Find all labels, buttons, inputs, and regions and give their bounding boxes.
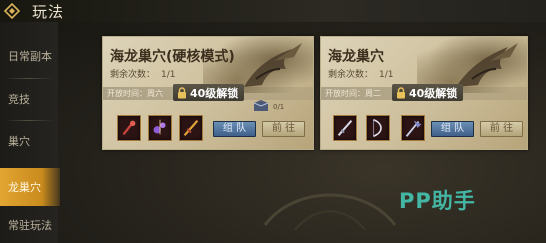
diamond-back-icon[interactable] [3, 3, 21, 19]
remaining-label: 剩余次数： [110, 70, 156, 80]
sidebar-item-label: 竞技 [8, 93, 30, 106]
watermark-logo: PP助手 [399, 189, 476, 213]
remaining-value: 1/1 [161, 70, 176, 80]
lock-icon [397, 86, 405, 98]
lock-icon [178, 86, 186, 98]
lock-text: 40级解锁 [409, 86, 458, 100]
remaining-count: 剩余次数： 1/1 [110, 67, 182, 80]
team-button[interactable]: 组 队 [213, 121, 256, 137]
remaining-count: 剩余次数： 1/1 [328, 67, 400, 80]
sword-item[interactable] [179, 115, 203, 141]
lock-text: 40级解锁 [190, 86, 239, 100]
dungeon-card-hardcore[interactable]: 海龙巢穴(硬核模式) 剩余次数： 1/1 开放时间：周六 40级解锁 0/1 组 … [102, 36, 314, 150]
card-title: 海龙巢穴 [328, 49, 384, 65]
axe-item[interactable] [401, 115, 425, 141]
go-button[interactable]: 前 往 [262, 121, 305, 137]
reward-count: 0/1 [273, 103, 285, 111]
sidebar: 日常副本 竞技 巢穴 龙巢穴 常驻玩法 [0, 22, 60, 243]
sidebar-divider [4, 78, 54, 79]
sidebar-item-permanent-play[interactable]: 常驻玩法 [0, 206, 60, 243]
sidebar-item-label: 常驻玩法 [8, 219, 52, 232]
red-gem-item[interactable] [117, 115, 141, 141]
level-lock-badge: 40级解锁 [173, 84, 245, 101]
sidebar-item-daily-dungeon[interactable]: 日常副本 [0, 37, 60, 75]
dungeon-card-normal[interactable]: 海龙巢穴 剩余次数： 1/1 开放时间：周二 40级解锁 组 队 前 往 [320, 36, 528, 150]
sidebar-item-dragon-nest[interactable]: 龙巢穴 [0, 168, 60, 206]
bow-item[interactable] [366, 115, 390, 141]
remaining-label: 剩余次数： [328, 70, 374, 80]
card-title: 海龙巢穴(硬核模式) [110, 49, 235, 65]
red-gem-icon [122, 120, 136, 136]
sidebar-item-nest[interactable]: 巢穴 [0, 122, 60, 160]
sword-icon [183, 119, 199, 137]
go-button[interactable]: 前 往 [480, 121, 523, 137]
sword-item[interactable] [333, 115, 357, 141]
remaining-value: 1/1 [379, 70, 394, 80]
sword-icon [337, 120, 353, 136]
top-bar: 玩法 [0, 0, 546, 22]
sidebar-divider [4, 120, 54, 121]
reward-chest-icon [253, 100, 269, 111]
team-button[interactable]: 组 队 [431, 121, 474, 137]
sidebar-item-arena[interactable]: 竞技 [0, 80, 60, 118]
bow-icon [373, 118, 382, 138]
floor-ornament [263, 193, 397, 231]
screen: 玩法 日常副本 竞技 巢穴 龙巢穴 常驻玩法 海龙巢穴(硬核模式) 剩余次数： 1… [0, 0, 546, 243]
level-lock-badge: 40级解锁 [392, 84, 464, 101]
axe-icon [405, 120, 422, 137]
sidebar-item-label: 日常副本 [8, 50, 52, 63]
sidebar-item-label: 巢穴 [8, 135, 30, 148]
page-title: 玩法 [32, 3, 65, 21]
sidebar-item-label: 龙巢穴 [8, 181, 41, 194]
purple-amulet-icon [153, 119, 166, 135]
purple-amulet-item[interactable] [148, 115, 172, 141]
